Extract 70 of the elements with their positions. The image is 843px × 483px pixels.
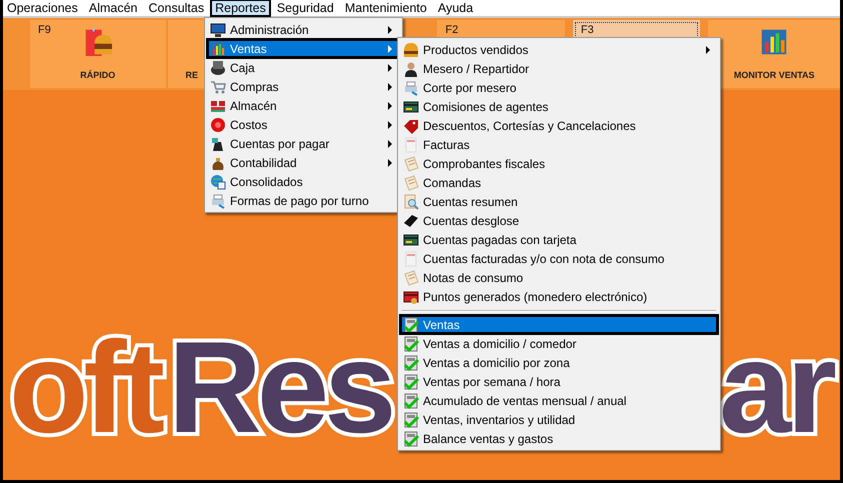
menu-item[interactable]: Consultas: [144, 0, 208, 16]
document-icon: [403, 136, 419, 152]
menu-item[interactable]: Puntos generados (monedero electrónico): [400, 287, 718, 306]
shortcut-key: F9: [38, 24, 51, 36]
card-icon: [403, 98, 419, 114]
logo-text: oft: [9, 322, 160, 452]
menu-item[interactable]: Descuentos, Cortesías y Cancelaciones: [400, 116, 718, 135]
menu-item[interactable]: Ventas: [207, 39, 400, 58]
menu-item[interactable]: Acumulado de ventas mensual / anual: [400, 391, 718, 410]
tile-label: RE: [186, 70, 198, 80]
menu-item[interactable]: Operaciones: [3, 0, 82, 16]
chart-icon: [210, 40, 226, 56]
menu-item[interactable]: Cuentas por pagar: [207, 134, 400, 153]
food-icon: [403, 42, 419, 58]
chart-icon: [760, 28, 788, 56]
menu-item[interactable]: Ventas, inventarios y utilidad: [400, 410, 718, 429]
menu-item[interactable]: Costos: [207, 115, 400, 134]
menu-item[interactable]: Ventas por semana / hora: [400, 372, 718, 391]
shortcut-key: F2: [445, 24, 458, 36]
menu-item[interactable]: Ventas: [400, 315, 718, 334]
menu-item[interactable]: Almacén: [207, 96, 400, 115]
tablet-icon: [403, 212, 419, 228]
menu-item[interactable]: Formas de pago por turno: [207, 191, 400, 210]
menu-item[interactable]: Cuentas resumen: [400, 192, 718, 211]
menu-item[interactable]: Cuentas desglose: [400, 211, 718, 230]
menu-item[interactable]: Cuentas pagadas con tarjeta: [400, 230, 718, 249]
burger-drink-icon: [84, 28, 112, 56]
printer-icon: [403, 80, 419, 96]
tile-label: RÁPIDO: [80, 70, 116, 80]
checklist-icon: [403, 316, 419, 332]
checklist-icon: [403, 374, 419, 390]
menu-item[interactable]: Almacén: [84, 0, 142, 16]
menu-item[interactable]: Ventas a domicilio por zona: [400, 353, 718, 372]
shortcut-key: F3: [580, 24, 594, 36]
checklist-icon: [403, 412, 419, 428]
menu-item[interactable]: Comandas: [400, 173, 718, 192]
menu-item[interactable]: Ayuda: [434, 0, 478, 16]
checklist-icon: [403, 354, 419, 370]
toolbar-button[interactable]: F9 RÁPIDO: [30, 20, 166, 88]
menu-item[interactable]: Consolidados: [207, 172, 400, 191]
globe-icon: [210, 174, 226, 190]
card-icon: [403, 288, 419, 304]
menu-item[interactable]: Reportes: [211, 0, 270, 16]
menu-item[interactable]: Comisiones de agentes: [400, 97, 718, 116]
menu-item[interactable]: Contabilidad: [207, 153, 400, 172]
menu-item[interactable]: Cuentas facturadas y/o con nota de consumo: [400, 249, 718, 268]
note-icon: [403, 270, 419, 286]
menu-item[interactable]: Balance ventas y gastos: [400, 429, 718, 448]
person-icon: [403, 60, 419, 76]
card-icon: [403, 232, 419, 248]
checklist-icon: [403, 392, 419, 408]
menu-item[interactable]: Seguridad: [272, 0, 338, 16]
tag-icon: [403, 118, 419, 134]
note-icon: [403, 174, 419, 190]
logo-text: Res: [168, 322, 392, 452]
printer-icon: [210, 192, 226, 208]
note-icon: [403, 156, 419, 172]
monitor-icon: [210, 22, 226, 38]
menu-item[interactable]: Facturas: [400, 135, 718, 154]
cart-icon: [210, 78, 226, 94]
magnifier-icon: [403, 194, 419, 210]
tile-label: MONITOR VENTAS: [734, 70, 815, 80]
menu-item[interactable]: Mantenimiento: [340, 0, 431, 16]
checklist-icon: [403, 336, 419, 352]
menu-item[interactable]: Ventas a domicilio / comedor: [400, 334, 718, 353]
toolbar-button[interactable]: MONITOR VENTAS: [708, 20, 840, 88]
menu-item[interactable]: Comprobantes fiscales: [400, 154, 718, 173]
menu-item[interactable]: Notas de consumo: [400, 268, 718, 287]
checklist-icon: [403, 430, 419, 446]
document-icon: [403, 250, 419, 266]
